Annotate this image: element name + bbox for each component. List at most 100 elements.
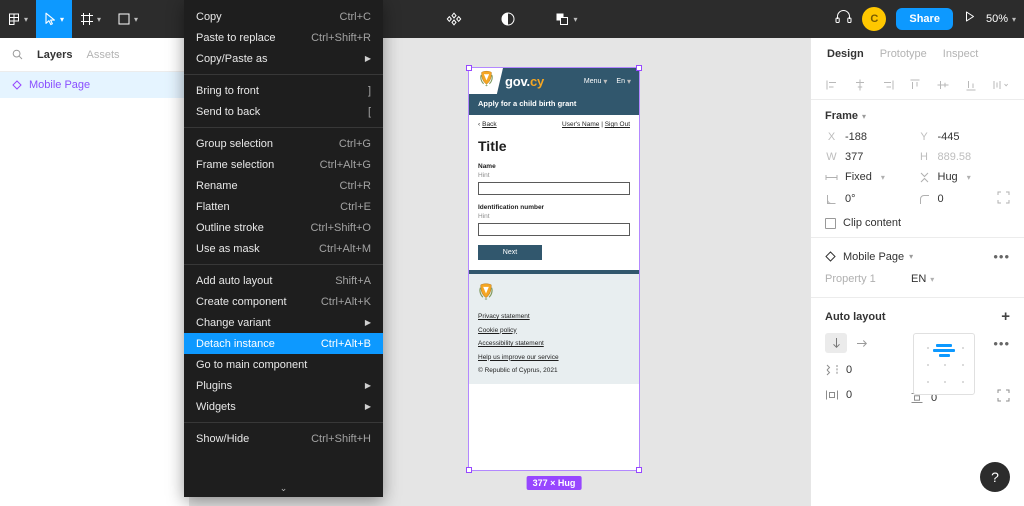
components-button[interactable] [438, 0, 470, 38]
left-sidebar: Layers Assets Mobile Page [0, 38, 190, 506]
components-icon [446, 11, 462, 27]
clip-content-checkbox[interactable] [825, 217, 836, 229]
menu-item-detach-instance[interactable]: Detach instance Ctrl+Alt+B [184, 333, 383, 354]
selection-handle-br[interactable] [636, 467, 642, 473]
tab-assets[interactable]: Assets [86, 49, 119, 61]
advanced-layout-icon[interactable] [997, 389, 1010, 407]
align-bottom-icon[interactable] [964, 78, 978, 92]
menu-item-label: Bring to front [196, 84, 259, 97]
identification-number-input[interactable] [478, 223, 630, 236]
footer-link-cookie[interactable]: Cookie policy [478, 327, 630, 334]
distribute-icon[interactable] [992, 78, 1010, 92]
headphones-icon[interactable] [835, 9, 852, 29]
corner-radius-field[interactable]: 0 [918, 191, 1011, 207]
move-tool-button[interactable]: ▾ [36, 0, 73, 38]
align-left-icon[interactable] [825, 78, 839, 92]
rotation-icon [825, 194, 838, 205]
auto-layout-header: Auto layout + [811, 298, 1024, 333]
menu-item-go-to-main-component[interactable]: Go to main component [184, 354, 383, 375]
more-options-icon[interactable]: ••• [993, 336, 1010, 351]
context-menu-group-5: Show/Hide Ctrl+Shift+H [184, 428, 383, 449]
frame-section-header[interactable]: Frame ▾ [825, 110, 1010, 122]
sign-out-link[interactable]: Sign Out [605, 121, 630, 128]
sidebar-item-mobile-page[interactable]: Mobile Page [0, 72, 189, 98]
selection-handle-tr[interactable] [636, 65, 642, 71]
boolean-button[interactable]: ▾ [546, 0, 585, 38]
back-link[interactable]: ‹ Back [478, 121, 497, 128]
tab-layers[interactable]: Layers [37, 49, 72, 61]
menu-item-copy[interactable]: Copy Ctrl+C [184, 6, 383, 27]
gap-field[interactable]: 0 [825, 364, 903, 376]
menu-item-frame-selection[interactable]: Frame selection Ctrl+Alt+G [184, 154, 383, 175]
menu-item-rename[interactable]: Rename Ctrl+R [184, 175, 383, 196]
height-resizing-select[interactable]: Hug ▾ [918, 171, 1011, 183]
share-button[interactable]: Share [896, 8, 953, 30]
name-input[interactable] [478, 182, 630, 195]
footer-link-privacy[interactable]: Privacy statement [478, 313, 630, 320]
frame-title: Frame [825, 110, 859, 122]
nav-menu[interactable]: Menu ▾ [584, 77, 608, 86]
clip-content-row[interactable]: Clip content [825, 217, 1010, 229]
align-right-icon[interactable] [881, 78, 895, 92]
mobile-page-frame[interactable]: gov.cy Menu ▾ En ▾ Apply for a child birth… [466, 65, 642, 490]
nav-language[interactable]: En ▾ [616, 77, 631, 86]
selection-handle-bl[interactable] [466, 467, 472, 473]
width-resizing-select[interactable]: Fixed ▾ [825, 171, 918, 183]
more-options-icon[interactable]: ••• [993, 249, 1010, 264]
align-top-icon[interactable] [908, 78, 922, 92]
property-value[interactable]: EN [911, 273, 926, 285]
chevron-down-icon[interactable]: ⌄ [184, 483, 383, 494]
height-field[interactable]: H 889.58 [918, 151, 1011, 163]
avatar[interactable]: C [862, 7, 887, 31]
mask-button[interactable] [492, 0, 524, 38]
selection-handle-tl[interactable] [466, 65, 472, 71]
menu-item-flatten[interactable]: Flatten Ctrl+E [184, 196, 383, 217]
menu-item-label: Outline stroke [196, 221, 264, 234]
align-vertical-center-icon[interactable] [936, 78, 950, 92]
search-icon[interactable] [12, 49, 23, 60]
menu-item-add-auto-layout[interactable]: Add auto layout Shift+A [184, 270, 383, 291]
shape-tool-button[interactable]: ▾ [109, 0, 146, 38]
figma-menu-button[interactable]: ▾ [0, 0, 36, 38]
submenu-arrow-icon: ▶ [364, 381, 371, 390]
menu-item-widgets[interactable]: Widgets ▶ [184, 396, 383, 417]
menu-item-group-selection[interactable]: Group selection Ctrl+G [184, 133, 383, 154]
tab-prototype[interactable]: Prototype [880, 48, 927, 60]
menu-item-copy-paste-as[interactable]: Copy/Paste as ▶ [184, 48, 383, 69]
tab-inspect[interactable]: Inspect [943, 48, 978, 60]
tab-design[interactable]: Design [827, 48, 864, 60]
zoom-control[interactable]: 50% ▾ [986, 13, 1016, 25]
auto-layout-alignment-pad[interactable] [913, 333, 975, 395]
play-icon[interactable] [963, 10, 976, 28]
field-name: Name Hint [478, 163, 630, 195]
menu-item-bring-to-front[interactable]: Bring to front ] [184, 80, 383, 101]
next-button[interactable]: Next [478, 245, 542, 260]
menu-item-change-variant[interactable]: Change variant ▶ [184, 312, 383, 333]
component-diamond-icon [12, 80, 22, 90]
menu-item-show-hide[interactable]: Show/Hide Ctrl+Shift+H [184, 428, 383, 449]
y-position-field[interactable]: Y -445 [918, 131, 1011, 143]
independent-corners-icon[interactable] [997, 191, 1010, 207]
arrow-right-icon[interactable] [851, 333, 873, 353]
horizontal-padding-field[interactable]: 0 [825, 389, 852, 401]
frame-tool-button[interactable]: ▾ [72, 0, 109, 38]
menu-item-outline-stroke[interactable]: Outline stroke Ctrl+Shift+O [184, 217, 383, 238]
align-horizontal-center-icon[interactable] [853, 78, 867, 92]
menu-item-paste-to-replace[interactable]: Paste to replace Ctrl+Shift+R [184, 27, 383, 48]
footer-copyright: © Republic of Cyprus, 2021 [478, 367, 558, 374]
menu-item-plugins[interactable]: Plugins ▶ [184, 375, 383, 396]
chevron-down-icon: ▾ [573, 15, 578, 24]
width-field[interactable]: W 377 [825, 151, 918, 163]
arrow-down-icon[interactable] [825, 333, 847, 353]
component-section-header[interactable]: Mobile Page ▾ ••• [811, 238, 1024, 264]
plus-icon[interactable]: + [1001, 309, 1010, 324]
footer-link-accessibility[interactable]: Accessibility statement [478, 340, 630, 347]
menu-item-create-component[interactable]: Create component Ctrl+Alt+K [184, 291, 383, 312]
help-button[interactable]: ? [980, 462, 1010, 492]
menu-item-use-as-mask[interactable]: Use as mask Ctrl+Alt+M [184, 238, 383, 259]
footer-link-feedback[interactable]: Help us improve our service [478, 354, 630, 361]
menu-item-send-to-back[interactable]: Send to back [ [184, 101, 383, 122]
rotation-field[interactable]: 0° [825, 191, 918, 207]
x-position-field[interactable]: X -188 [825, 131, 918, 143]
context-menu[interactable]: Copy Ctrl+C Paste to replace Ctrl+Shift+… [184, 0, 383, 497]
